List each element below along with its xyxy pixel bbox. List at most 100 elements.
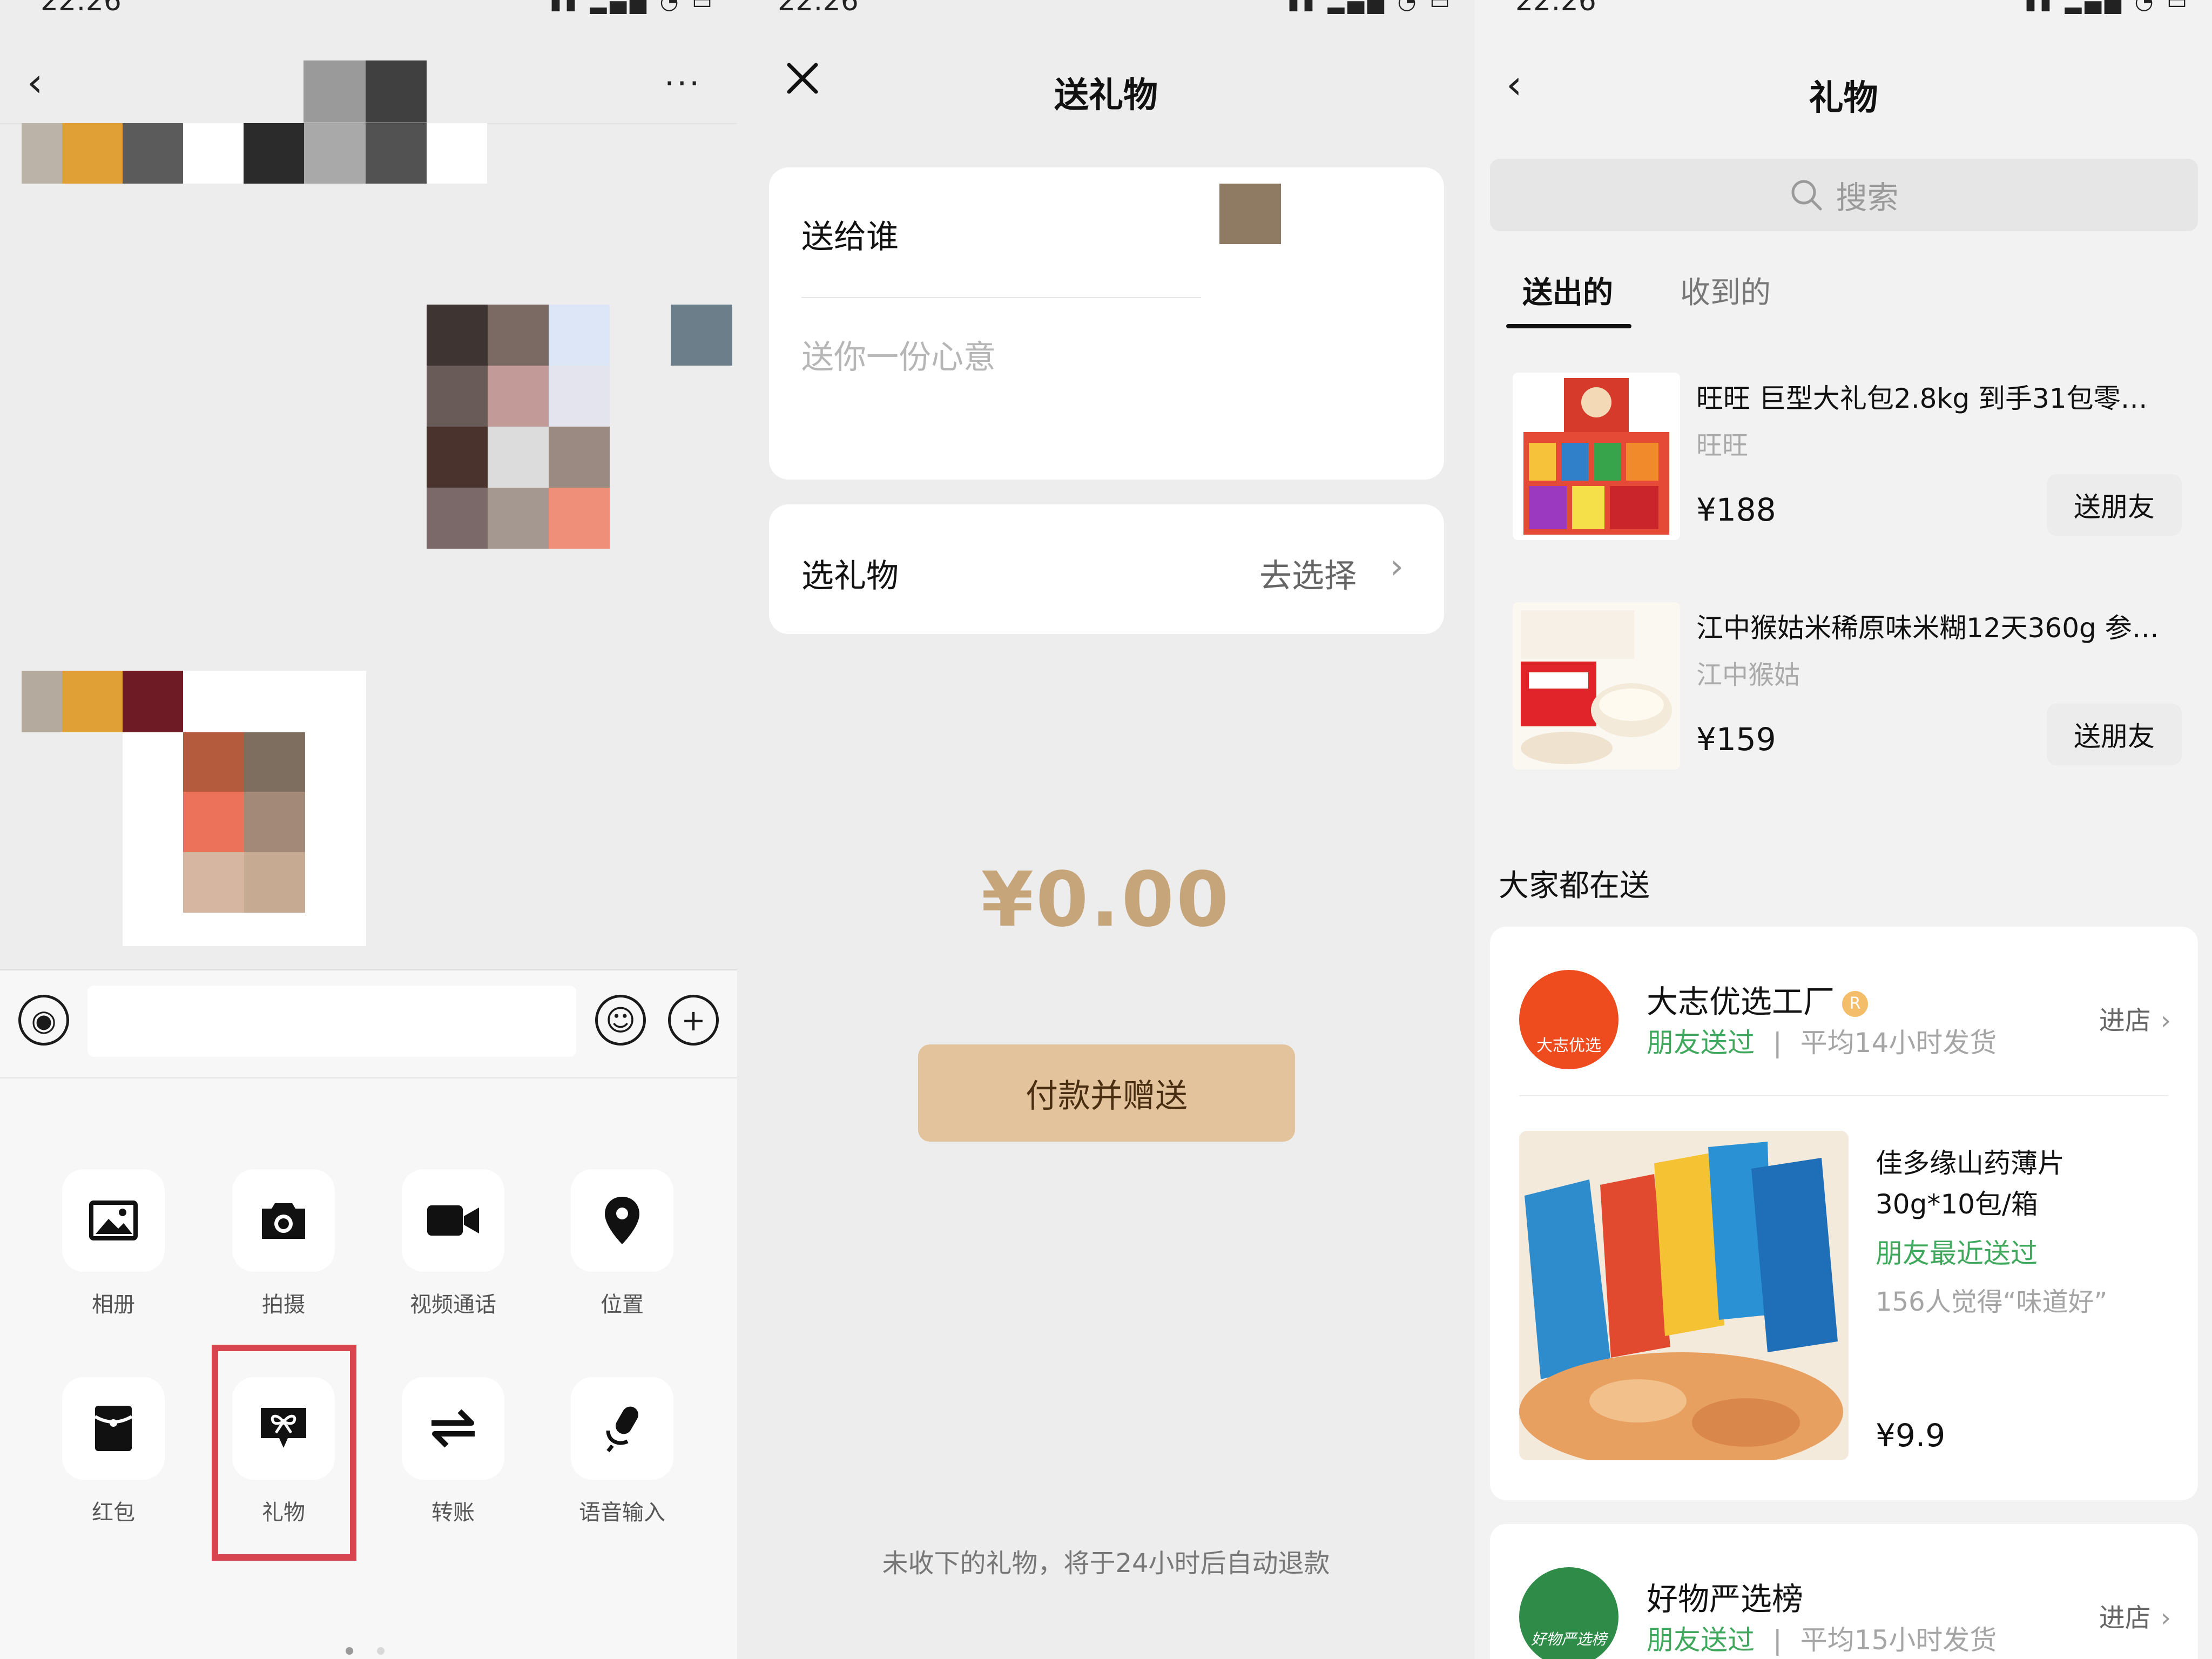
product-brand: 旺旺 — [1696, 430, 1749, 461]
gift-list-item[interactable]: 旺旺 巨型大礼包2.8kg 到手31包零… 旺旺 ¥188 送朋友 — [1475, 356, 2212, 583]
enter-shop-label: 进店 — [2099, 1006, 2151, 1036]
enter-shop-link[interactable]: 进店 › — [2099, 1596, 2171, 1634]
recipient-card: 送给谁 送你一份心意 — [769, 167, 1444, 480]
tool-label: 视频通话 — [410, 1292, 496, 1317]
gifts-panel: 22:26 ▮▮ ▂▄▆ ◔ ▭ ‹ 礼物 搜索 送出的 收到的 旺旺 巨型大礼… — [1475, 0, 2212, 1659]
product-image — [1513, 602, 1680, 770]
search-placeholder: 搜索 — [1836, 179, 1899, 216]
shop-logo-text: 好物严选榜 — [1530, 1630, 1607, 1648]
product-brand: 江中猴姑 — [1696, 660, 1800, 690]
send-gift-panel: 22:26 ▮▮ ▂▄▆ ◔ ▭ 送礼物 送给谁 送你一份心意 选礼物 去选择 … — [737, 0, 1475, 1659]
shipping-time: 平均14小时发货 — [1800, 1027, 1997, 1058]
shop-logo-text: 大志优选 — [1536, 1036, 1601, 1055]
featured-product-spec: 30g*10包/箱 — [1876, 1189, 2038, 1220]
tool-voice-input[interactable]: 语音输入 — [569, 1377, 675, 1526]
transfer-icon — [402, 1377, 504, 1480]
gift-list-item[interactable]: 江中猴姑米稀原味米糊12天360g 参… 江中猴姑 ¥159 送朋友 — [1475, 586, 2212, 813]
shop-meta: 朋友送过 | 平均14小时发货 — [1647, 1027, 1997, 1058]
tab-sent[interactable]: 送出的 — [1522, 268, 1613, 312]
tool-label: 语音输入 — [579, 1500, 665, 1525]
shop-name: 大志优选工厂 R — [1647, 976, 1869, 1022]
status-time: 22:26 — [778, 0, 859, 17]
more-menu-icon[interactable]: ··· — [664, 65, 702, 103]
featured-product-price: ¥9.9 — [1876, 1417, 1946, 1454]
tool-label: 相册 — [92, 1292, 135, 1317]
message-field[interactable]: 送你一份心意 — [801, 331, 996, 378]
refund-notice: 未收下的礼物，将于24小时后自动退款 — [882, 1548, 1330, 1579]
shop-logo[interactable]: 大志优选 — [1519, 970, 1618, 1069]
enter-shop-link[interactable]: 进店 › — [2099, 999, 2171, 1037]
product-image[interactable] — [1519, 1131, 1849, 1460]
review-summary: 156人觉得“味道好” — [1876, 1287, 2108, 1317]
back-chevron-icon[interactable]: ‹ — [27, 59, 43, 106]
location-pin-icon — [571, 1169, 673, 1272]
friend-recent-tag: 朋友最近送过 — [1876, 1238, 2038, 1269]
featured-product-name: 佳多缘山药薄片 — [1876, 1148, 2065, 1179]
tool-red-packet[interactable]: 红包 — [60, 1377, 166, 1526]
shop-name-text: 大志优选工厂 — [1647, 983, 1835, 1020]
status-bar: 22:26 ▮▮ ▂▄▆ ◔ ▭ — [737, 0, 1475, 18]
tool-camera[interactable]: 拍摄 — [231, 1169, 336, 1318]
plus-icon[interactable]: + — [668, 995, 719, 1046]
tool-album[interactable]: 相册 — [60, 1169, 166, 1318]
status-icons: ▮▮ ▂▄▆ ◔ ▭ — [2024, 0, 2190, 14]
tools-panel — [0, 1077, 737, 1659]
product-title: 旺旺 巨型大礼包2.8kg 到手31包零… — [1696, 383, 2148, 414]
status-icons: ▮▮ ▂▄▆ ◔ ▭ — [549, 0, 716, 14]
status-time: 22:26 — [41, 0, 122, 17]
active-tab-underline — [1506, 324, 1631, 328]
pay-and-send-button[interactable]: 付款并赠送 — [918, 1044, 1295, 1142]
card-divider — [801, 297, 1201, 298]
page-title: 送礼物 — [1054, 76, 1158, 116]
tab-received[interactable]: 收到的 — [1680, 268, 1771, 312]
tool-label: 位置 — [601, 1292, 644, 1317]
voice-toggle-icon[interactable]: ◉ — [18, 995, 69, 1046]
shipping-time: 平均15小时发货 — [1800, 1624, 1997, 1656]
shop-card: 好物严选榜 好物严选榜 朋友送过 | 平均15小时发货 进店 › — [1490, 1524, 2198, 1659]
search-input[interactable]: 搜索 — [1490, 159, 2198, 231]
shop-divider — [1519, 1095, 2168, 1096]
tool-transfer[interactable]: 转账 — [400, 1377, 506, 1526]
page-indicator-dot — [346, 1647, 353, 1655]
product-price: ¥188 — [1696, 491, 1776, 528]
page-indicator-dot — [377, 1647, 385, 1655]
emoji-icon[interactable]: ☺ — [595, 995, 646, 1046]
recipient-label: 送给谁 — [801, 218, 899, 256]
pixelated-avatar[interactable] — [671, 305, 732, 366]
photo-album-icon — [62, 1169, 165, 1272]
video-call-icon — [402, 1169, 504, 1272]
product-price: ¥159 — [1696, 721, 1776, 758]
choose-action: 去选择 — [1259, 557, 1357, 595]
gift-highlight-box — [212, 1345, 356, 1561]
amount-display: ¥0.00 — [981, 856, 1231, 944]
message-input[interactable] — [87, 986, 576, 1057]
status-time: 22:26 — [1515, 0, 1596, 17]
chevron-right-icon: › — [1390, 547, 1404, 586]
shop-logo[interactable]: 好物严选榜 — [1519, 1567, 1618, 1659]
page-title: 礼物 — [1809, 78, 1878, 118]
red-packet-icon — [62, 1377, 165, 1480]
status-icons: ▮▮ ▂▄▆ ◔ ▭ — [1287, 0, 1453, 14]
tool-label: 拍摄 — [262, 1292, 305, 1317]
choose-gift-label: 选礼物 — [801, 557, 899, 595]
shop-card: 大志优选 大志优选工厂 R 朋友送过 | 平均14小时发货 进店 › 佳多缘山药… — [1490, 927, 2198, 1500]
section-title: 大家都在送 — [1499, 868, 1650, 903]
tool-label: 转账 — [431, 1500, 475, 1525]
send-to-friend-button[interactable]: 送朋友 — [2047, 704, 2182, 765]
friend-sent-tag: 朋友送过 — [1647, 1027, 1755, 1058]
chevron-right-icon: › — [2160, 1006, 2171, 1036]
send-to-friend-button[interactable]: 送朋友 — [2047, 474, 2182, 536]
enter-shop-label: 进店 — [2099, 1603, 2151, 1633]
tool-video-call[interactable]: 视频通话 — [400, 1169, 506, 1318]
choose-gift-row[interactable]: 选礼物 去选择 › — [769, 504, 1444, 634]
friend-sent-tag: 朋友送过 — [1647, 1624, 1755, 1656]
tool-label: 红包 — [92, 1500, 135, 1525]
verified-badge-icon: R — [1842, 990, 1869, 1017]
status-bar: 22:26 ▮▮ ▂▄▆ ◔ ▭ — [0, 0, 737, 18]
camera-icon — [232, 1169, 335, 1272]
tool-location[interactable]: 位置 — [569, 1169, 675, 1318]
product-title: 江中猴姑米稀原味米糊12天360g 参… — [1696, 612, 2159, 644]
status-bar: 22:26 ▮▮ ▂▄▆ ◔ ▭ — [1475, 0, 2212, 18]
product-image — [1513, 373, 1680, 540]
recipient-avatar[interactable] — [1219, 184, 1281, 244]
